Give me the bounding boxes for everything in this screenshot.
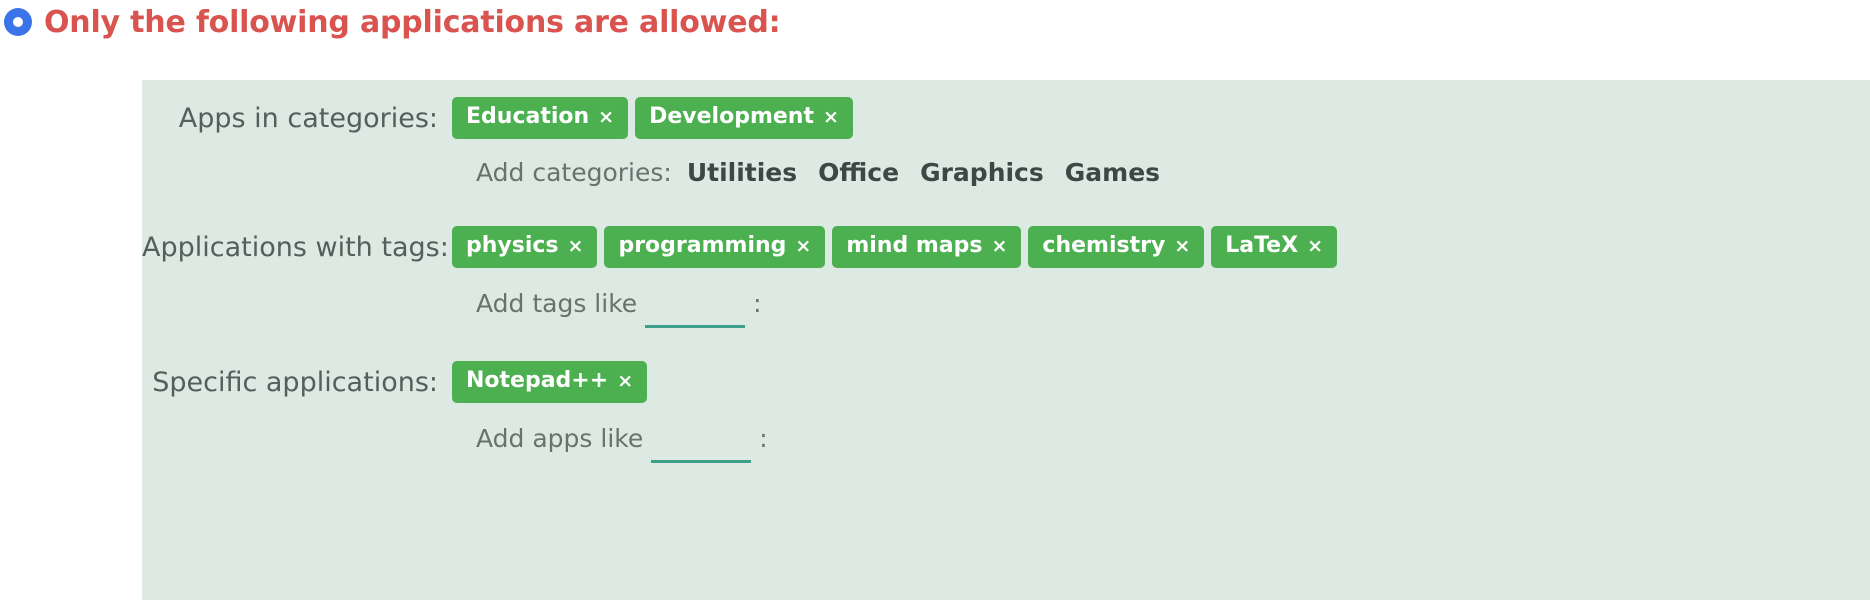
radio-inner-dot [13,17,23,27]
row-add-categories: Add categories: Utilities Office Graphic… [142,158,1870,198]
add-tags-colon: : [753,289,762,318]
add-app-input[interactable] [651,424,752,463]
row-add-tags: Add tags like : [142,289,1870,329]
row-specific-applications: Specific applications: Notepad++ × [142,358,1870,406]
page-root: Only the following applications are allo… [0,0,1870,600]
chip-chemistry[interactable]: chemistry × [1028,226,1205,268]
chip-remove-icon[interactable]: × [795,235,811,258]
chip-label: programming [618,233,787,259]
add-apps-colon: : [759,424,768,453]
field-block-specific-apps: Specific applications: Notepad++ × Add a… [142,358,1870,464]
field-block-tags: Applications with tags: physics × progra… [142,223,1870,329]
chip-label: physics [466,233,559,259]
label-specific-applications: Specific applications: [152,366,438,398]
chip-remove-icon[interactable]: × [1174,235,1190,258]
chips-categories: Education × Development × [452,97,853,139]
chip-remove-icon[interactable]: × [568,235,584,258]
chip-notepad-plus-plus[interactable]: Notepad++ × [452,361,648,403]
allowed-apps-heading-row: Only the following applications are allo… [0,0,781,50]
chips-specific-apps: Notepad++ × [452,361,648,403]
chip-label: Notepad++ [466,368,609,394]
suggestion-utilities[interactable]: Utilities [687,158,797,187]
chip-latex[interactable]: LaTeX × [1211,226,1337,268]
chip-programming[interactable]: programming × [604,226,826,268]
chip-development[interactable]: Development × [635,97,853,139]
row-add-apps: Add apps like : [142,424,1870,464]
category-suggestions: Utilities Office Graphics Games [687,158,1160,187]
label-add-apps: Add apps like [476,424,644,453]
chip-physics[interactable]: physics × [452,226,598,268]
allowed-apps-panel: Apps in categories: Education × Developm… [142,80,1870,600]
chip-remove-icon[interactable]: × [992,235,1008,258]
chip-mind-maps[interactable]: mind maps × [832,226,1022,268]
label-applications-with-tags: Applications with tags: [142,231,449,263]
chip-label: LaTeX [1225,233,1299,259]
suggestion-graphics[interactable]: Graphics [920,158,1044,187]
row-apps-in-categories: Apps in categories: Education × Developm… [142,94,1870,142]
chip-label: Education [466,104,590,130]
chip-label: chemistry [1042,233,1166,259]
radio-selected-icon[interactable] [4,8,32,36]
chip-education[interactable]: Education × [452,97,629,139]
label-add-categories: Add categories: [476,158,672,187]
label-apps-in-categories: Apps in categories: [178,102,438,134]
chip-label: mind maps [846,233,983,259]
chip-remove-icon[interactable]: × [617,370,633,393]
chip-remove-icon[interactable]: × [598,106,614,129]
chip-remove-icon[interactable]: × [1307,235,1323,258]
suggestion-games[interactable]: Games [1065,158,1160,187]
row-applications-with-tags: Applications with tags: physics × progra… [142,223,1870,271]
add-tag-input[interactable] [645,289,746,328]
suggestion-office[interactable]: Office [818,158,899,187]
chips-tags: physics × programming × mind maps × chem… [452,226,1337,268]
chip-remove-icon[interactable]: × [823,106,839,129]
field-block-categories: Apps in categories: Education × Developm… [142,94,1870,198]
chip-label: Development [649,104,814,130]
page-title: Only the following applications are allo… [44,4,781,40]
label-add-tags: Add tags like [476,289,638,318]
